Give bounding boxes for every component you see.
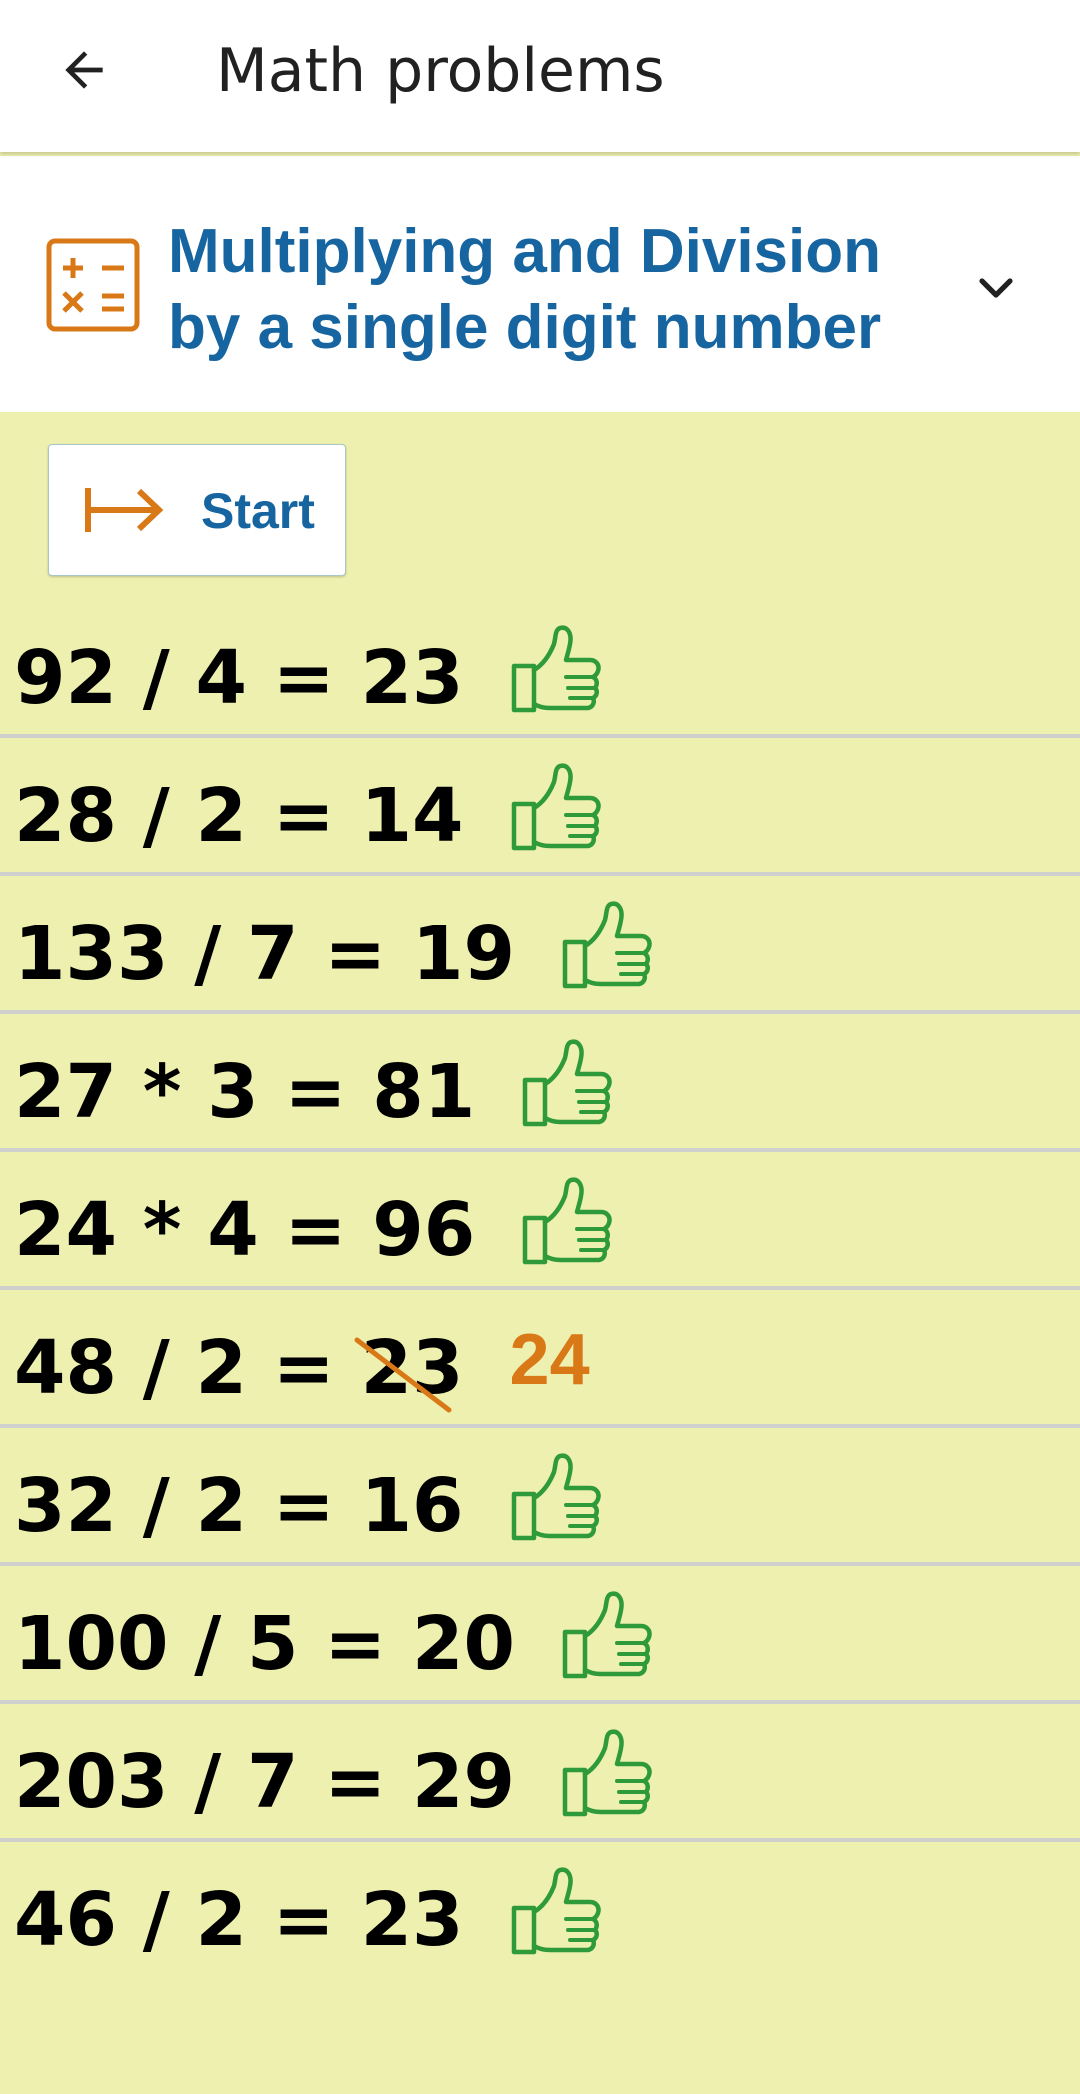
thumbs-up-icon <box>561 1728 653 1820</box>
back-button[interactable] <box>44 30 124 110</box>
arrow-left-icon <box>65 51 103 89</box>
thumbs-up-icon <box>561 900 653 992</box>
problem-answer: 14 <box>360 773 464 859</box>
start-button[interactable]: Start <box>48 444 346 576</box>
start-label: Start <box>201 483 315 539</box>
problem-row: 92 / 4 = 23 <box>0 600 1080 738</box>
problem-expression: 203 / 7 = <box>14 1739 413 1825</box>
problem-expression: 27 * 3 = <box>14 1049 373 1135</box>
problem-answer: 23 <box>360 635 464 721</box>
page-title: Math problems <box>216 36 665 106</box>
problem-row: 46 / 2 = 23 <box>0 1842 1080 1980</box>
problem-answer: 23 <box>360 1877 464 1963</box>
strikethrough-mark <box>354 1337 452 1413</box>
start-arrow-icon <box>85 488 164 532</box>
topic-title: Multiplying and Division by a single dig… <box>168 217 882 362</box>
problem-answer: 20 <box>412 1601 516 1687</box>
thumbs-up-icon <box>510 1452 602 1544</box>
problem-answer: 96 <box>372 1187 476 1273</box>
problem-answer: 29 <box>412 1739 516 1825</box>
calculator-icon <box>46 238 140 332</box>
problem-expression: 92 / 4 = <box>14 635 361 721</box>
topic-selector[interactable]: Multiplying and Division by a single dig… <box>0 156 1080 412</box>
problem-list: 92 / 4 = 23 28 / 2 = 14 133 / 7 = 19 27 * 3… <box>0 600 1080 1980</box>
thumbs-up-icon <box>561 1590 653 1682</box>
thumbs-up-icon <box>510 624 602 716</box>
problem-expression: 32 / 2 = <box>14 1463 361 1549</box>
problem-row: 27 * 3 = 81 <box>0 1014 1080 1152</box>
problem-answer: 16 <box>360 1463 464 1549</box>
correct-answer: 24 <box>509 1320 590 1400</box>
problem-expression: 100 / 5 = <box>14 1601 413 1687</box>
problem-row: 32 / 2 = 16 <box>0 1428 1080 1566</box>
app-bar: Math problems <box>0 0 1080 152</box>
thumbs-up-icon <box>510 1866 602 1958</box>
thumbs-up-icon <box>510 762 602 854</box>
problem-expression: 46 / 2 = <box>14 1877 361 1963</box>
problem-expression: 24 * 4 = <box>14 1187 373 1273</box>
problem-answer: 19 <box>412 911 516 997</box>
problem-row: 100 / 5 = 20 <box>0 1566 1080 1704</box>
problem-row: 28 / 2 = 14 <box>0 738 1080 876</box>
problem-row: 48 / 2 = 23 24 <box>0 1290 1080 1428</box>
problem-row: 24 * 4 = 96 <box>0 1152 1080 1290</box>
problem-row: 133 / 7 = 19 <box>0 876 1080 1014</box>
problem-answer: 81 <box>372 1049 476 1135</box>
problem-expression: 28 / 2 = <box>14 773 361 859</box>
problem-expression: 48 / 2 = <box>14 1325 361 1411</box>
problem-expression: 133 / 7 = <box>14 911 413 997</box>
thumbs-up-icon <box>521 1038 613 1130</box>
thumbs-up-icon <box>521 1176 613 1268</box>
problem-row: 203 / 7 = 29 <box>0 1704 1080 1842</box>
chevron-down-icon[interactable] <box>968 260 1024 316</box>
